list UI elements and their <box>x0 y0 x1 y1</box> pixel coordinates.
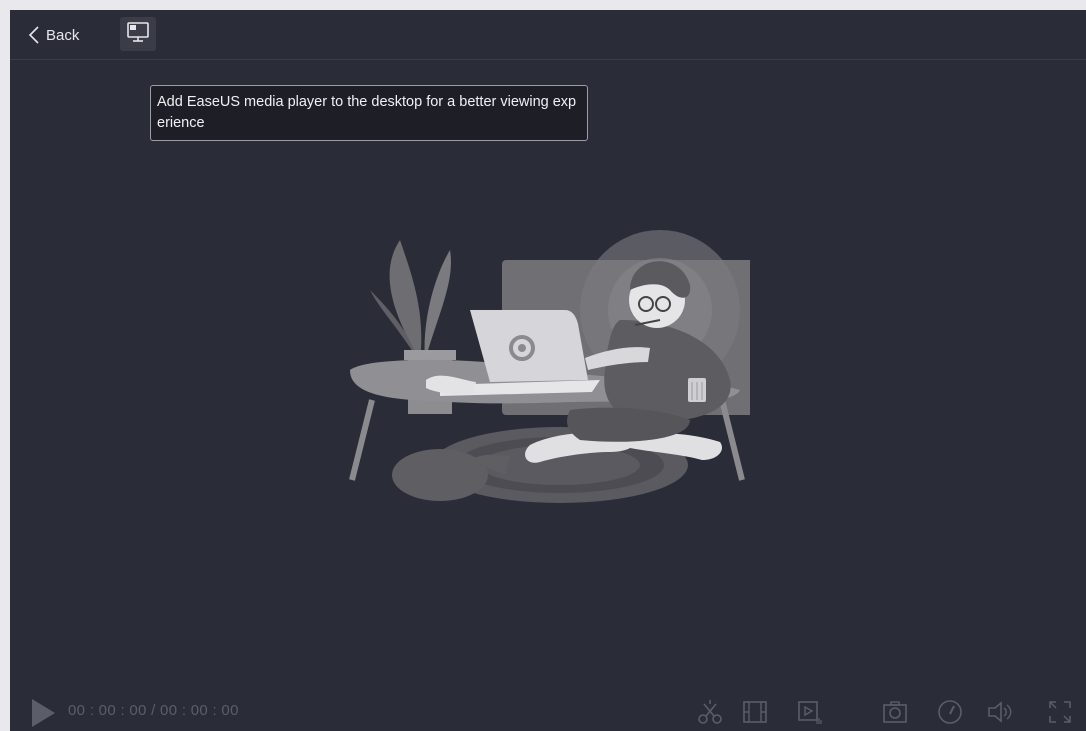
desktop-tooltip: Add EaseUS media player to the desktop f… <box>150 85 588 141</box>
video-audio-button[interactable] <box>796 698 824 726</box>
fullscreen-icon <box>1046 701 1074 730</box>
empty-state-illustration <box>330 230 766 510</box>
volume-icon <box>986 701 1014 730</box>
video-audio-icon <box>796 701 824 730</box>
chevron-left-icon <box>28 25 40 45</box>
frame-button[interactable] <box>741 698 769 726</box>
play-button[interactable] <box>30 698 56 728</box>
time-display: 00 : 00 : 00 / 00 : 00 : 00 <box>68 702 239 719</box>
top-bar: Back <box>10 10 1086 60</box>
speed-gauge-icon <box>936 700 964 730</box>
camera-icon <box>881 701 909 730</box>
back-label: Back <box>46 26 80 44</box>
snapshot-button[interactable] <box>881 698 909 726</box>
add-to-desktop-button[interactable] <box>120 17 156 51</box>
player-controls: 00 : 00 : 00 / 00 : 00 : 00 <box>10 690 1086 731</box>
desktop-monitor-icon <box>126 21 150 48</box>
trim-button[interactable] <box>696 698 724 726</box>
media-player-window: Back Add EaseUS media player to the desk… <box>10 10 1086 731</box>
film-frame-icon <box>741 701 769 730</box>
speed-button[interactable] <box>936 698 964 726</box>
back-button[interactable]: Back <box>28 22 79 48</box>
volume-button[interactable] <box>986 698 1014 726</box>
play-icon <box>30 699 56 731</box>
fullscreen-button[interactable] <box>1046 698 1074 726</box>
scissors-icon <box>696 700 724 730</box>
